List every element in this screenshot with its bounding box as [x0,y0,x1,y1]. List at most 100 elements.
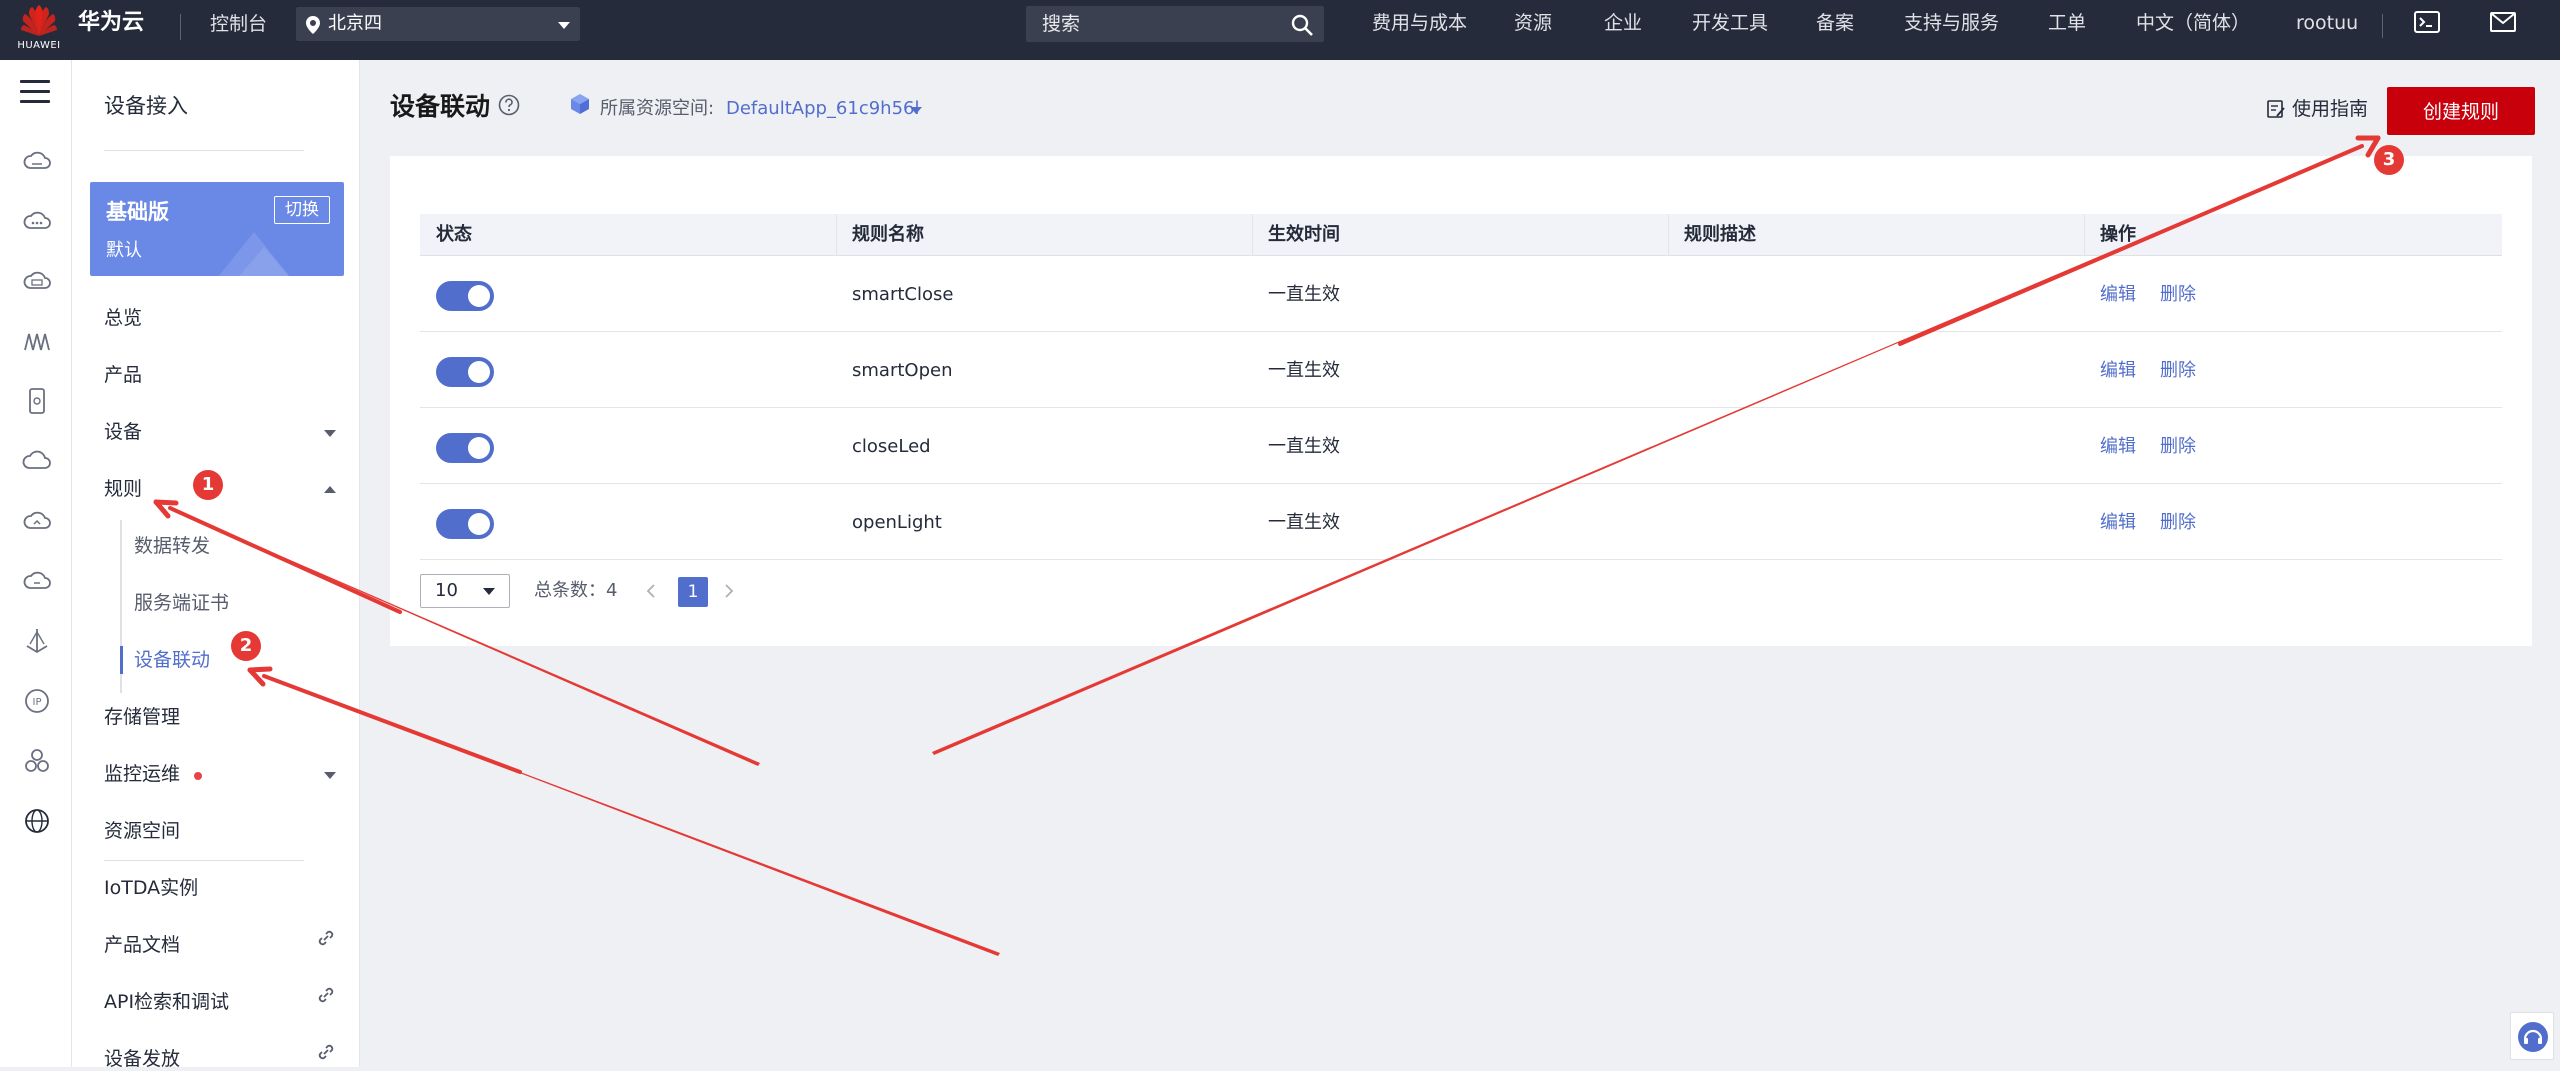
table-header: 状态 规则名称 生效时间 规则描述 操作 [420,214,2502,256]
user-account[interactable]: rootuu [2296,11,2358,35]
sidebar-item-api-explorer[interactable]: API检索和调试 [104,990,229,1014]
page-size-select[interactable]: 10 [420,574,510,608]
chevron-left-icon[interactable] [642,582,660,600]
sidebar-item-resource-space[interactable]: 资源空间 [104,819,180,843]
resource-space-cube-icon [571,94,589,114]
chevron-down-icon[interactable] [910,107,922,114]
delete-link[interactable]: 删除 [2160,485,2196,560]
create-rule-button[interactable]: 创建规则 [2387,87,2535,135]
table-row: smartOpen 一直生效 编辑 删除 [420,333,2502,408]
edit-link[interactable]: 编辑 [2100,485,2136,560]
rule-name: openLight [852,512,942,533]
nav-dev-tools[interactable]: 开发工具 [1692,11,1768,35]
ip-icon[interactable]: IP [22,686,52,716]
sidebar-item-iotda-instance[interactable]: IoTDA实例 [104,876,198,900]
nav-resources[interactable]: 资源 [1514,11,1552,35]
customer-service-button[interactable] [2510,1012,2554,1060]
effective-time: 一直生效 [1268,360,1340,381]
chevron-right-icon[interactable] [720,582,738,600]
edition-switch-button[interactable]: 切换 [274,196,330,224]
sidebar-item-monitor[interactable]: 监控运维 [104,762,180,786]
nav-cost[interactable]: 费用与成本 [1372,11,1467,35]
header-divider [2382,14,2383,38]
cloud-icon[interactable] [22,446,52,476]
delete-link[interactable]: 删除 [2160,333,2196,408]
chevron-down-icon[interactable] [324,772,336,779]
edit-link[interactable]: 编辑 [2100,409,2136,484]
sidebar-item-storage[interactable]: 存储管理 [104,705,180,729]
nav-tickets[interactable]: 工单 [2048,11,2086,35]
sidebar-item-device-linkage[interactable]: 设备联动 [134,648,210,672]
rule-description [1668,485,1684,560]
nav-enterprise[interactable]: 企业 [1604,11,1642,35]
rule-name: smartOpen [852,360,953,381]
annotation-badge-1: 1 [193,470,223,500]
edit-link[interactable]: 编辑 [2100,257,2136,332]
region-selector[interactable]: 北京四 [296,7,580,41]
notification-dot [194,772,202,780]
user-guide-label: 使用指南 [2292,98,2369,120]
globe-icon[interactable] [22,806,52,836]
status-toggle[interactable] [436,433,494,463]
chevron-down-icon [558,22,570,29]
headset-icon [2518,1022,2548,1052]
status-toggle[interactable] [436,281,494,311]
external-link-icon [318,930,334,946]
sidebar-item-product[interactable]: 产品 [104,363,142,387]
sidebar-item-overview[interactable]: 总览 [104,306,142,330]
sidebar-item-device-provision[interactable]: 设备发放 [104,1047,180,1071]
table-row: openLight 一直生效 编辑 删除 [420,485,2502,560]
header-divider [180,14,181,40]
cloud-storage-icon[interactable] [22,266,52,296]
search-icon[interactable] [1290,13,1314,37]
search-input[interactable]: 搜索 [1026,6,1324,42]
column-header-status: 状态 [436,224,472,245]
rule-description [1668,333,1684,408]
chevron-down-icon [483,588,495,595]
cluster-icon[interactable] [22,746,52,776]
network-icon[interactable] [22,326,52,356]
nav-filing[interactable]: 备案 [1816,11,1854,35]
page-size-value: 10 [435,580,458,601]
logo-text: HUAWEI [17,40,61,51]
delete-link[interactable]: 删除 [2160,257,2196,332]
sidebar-item-data-forward[interactable]: 数据转发 [134,534,210,558]
sidebar-item-rules[interactable]: 规则 [104,477,142,501]
console-link[interactable]: 控制台 [210,12,267,36]
sidebar: 设备接入 基础版 默认 切换 总览 产品 设备 规则 数据转发 服务端证书 设备… [72,60,360,1070]
user-guide-link[interactable]: 使用指南 [2266,98,2368,120]
page-number-current[interactable]: 1 [678,577,708,607]
huawei-flower-icon [21,5,57,36]
effective-time: 一直生效 [1268,512,1340,533]
nav-support[interactable]: 支持与服务 [1904,11,1999,35]
cloud-compute-icon[interactable] [22,206,52,236]
status-toggle[interactable] [436,357,494,387]
sidebar-item-product-docs[interactable]: 产品文档 [104,933,180,957]
status-toggle[interactable] [436,509,494,539]
annotation-arrow-2 [250,670,1000,956]
mail-icon[interactable] [2490,10,2516,34]
chevron-down-icon[interactable] [324,430,336,437]
sidebar-item-server-cert[interactable]: 服务端证书 [134,591,229,615]
sidebar-divider [104,150,304,151]
effective-time: 一直生效 [1268,436,1340,457]
delete-link[interactable]: 删除 [2160,409,2196,484]
decorative-pattern [218,232,290,276]
external-link-icon [318,1044,334,1060]
chevron-up-icon[interactable] [324,486,336,493]
cloud-shell-icon[interactable] [2414,10,2440,34]
resource-space-selector[interactable]: DefaultApp_61c9h56l [726,98,920,120]
mobile-device-icon[interactable] [22,386,52,416]
cloud-upload-icon[interactable] [22,506,52,536]
huawei-logo[interactable]: HUAWEI [14,4,64,56]
cloud-transfer-icon[interactable] [22,566,52,596]
anchor-icon[interactable] [22,626,52,656]
language-selector[interactable]: 中文（简体） [2136,11,2250,35]
menu-icon[interactable] [20,80,50,104]
sidebar-item-device[interactable]: 设备 [104,420,142,444]
cloud-service-icon[interactable] [22,146,52,176]
brand-name[interactable]: 华为云 [78,10,144,36]
total-count: 总条数：4 [534,580,618,601]
edit-link[interactable]: 编辑 [2100,333,2136,408]
help-icon[interactable] [498,94,520,116]
